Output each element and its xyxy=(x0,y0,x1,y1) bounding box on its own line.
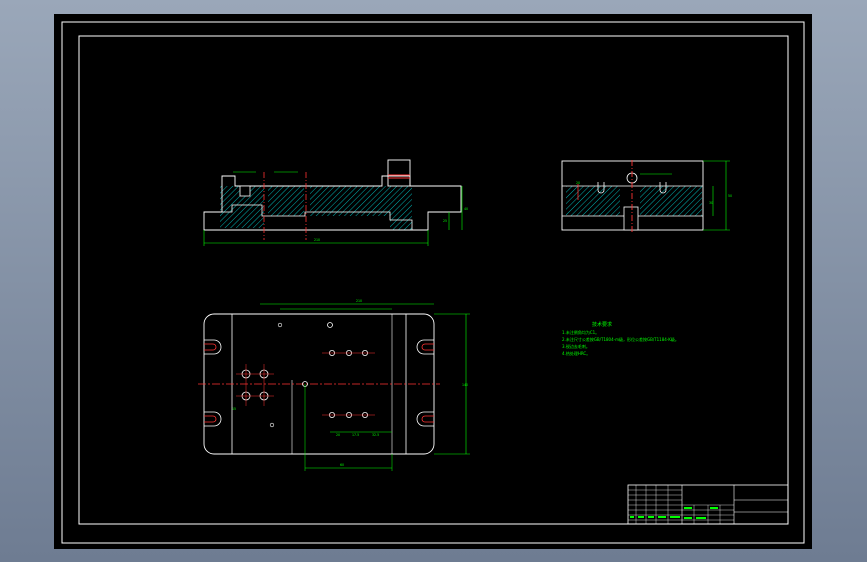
side-height-dim: 50 xyxy=(728,194,732,198)
side-slot-dim: 20 xyxy=(576,181,580,185)
plan-hole-spacing: 15 xyxy=(232,407,236,411)
drawing-sheet xyxy=(54,14,812,549)
plan-bottom-dim: 60 xyxy=(340,463,344,467)
cad-viewport[interactable]: 210 25 40 50 30 20 140 210 60 20 17.5 32… xyxy=(0,0,867,562)
front-right-height-dim: 40 xyxy=(464,207,468,211)
plan-spacing-b: 17.5 xyxy=(352,433,359,437)
tech-req-line-2: 2.未注尺寸公差按GB/T1804-m级，形位公差按GB/T1184-K级。 xyxy=(562,336,679,342)
tech-req-line-1: 1.未注倒角均为C1。 xyxy=(562,329,599,335)
tech-req-title: 技术要求 xyxy=(592,321,612,328)
front-width-dim: 210 xyxy=(314,238,320,242)
front-left-height-dim: 25 xyxy=(443,219,447,223)
plan-length-dim: 210 xyxy=(356,299,362,303)
tech-req-line-4: 4.热处理HRC。 xyxy=(562,350,590,356)
tech-req-line-3: 3.锐边去毛刺。 xyxy=(562,343,590,349)
plan-spacing-a: 20 xyxy=(336,433,340,437)
side-step-dim: 30 xyxy=(709,201,713,205)
plan-spacing-c: 32.5 xyxy=(372,433,379,437)
plan-width-dim: 140 xyxy=(462,383,468,387)
